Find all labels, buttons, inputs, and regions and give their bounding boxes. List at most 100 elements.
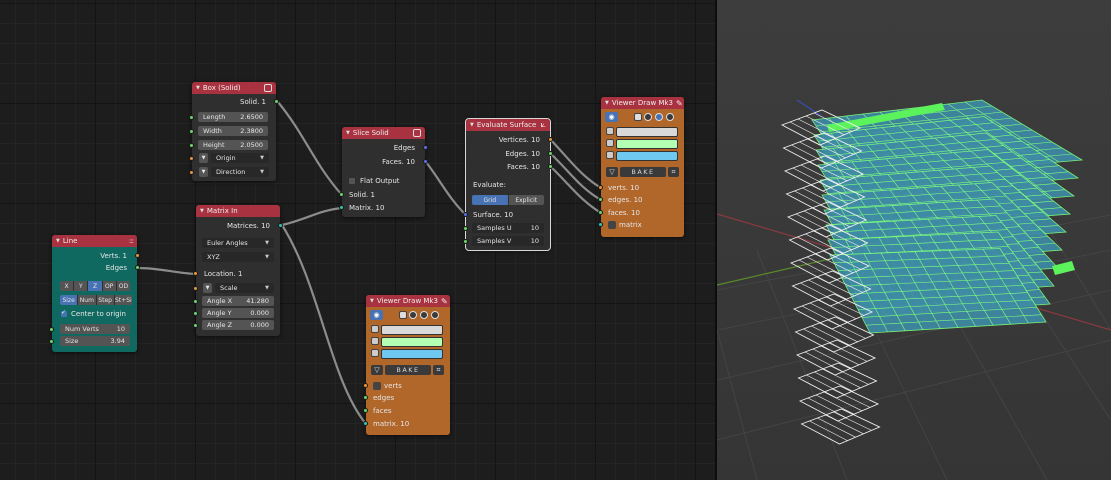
viewer-draw-bottom-header[interactable]: ▼ Viewer Draw Mk3 ✎ xyxy=(366,295,450,307)
flat-output-checkbox[interactable] xyxy=(349,178,355,184)
output-verts-socket[interactable] xyxy=(135,253,140,258)
angle-x-field[interactable]: Angle X 41.280 xyxy=(202,296,274,306)
cube-icon[interactable] xyxy=(634,113,642,121)
axis-y-button[interactable]: Y xyxy=(74,281,89,291)
input-matrix-socket[interactable] xyxy=(598,222,603,227)
menu-grip-icon[interactable]: ::: xyxy=(129,237,134,245)
slice-solid-header[interactable]: ▼ Slice Solid xyxy=(342,127,425,139)
collapse-arrow-icon[interactable]: ▼ xyxy=(196,85,200,91)
angle-y-socket[interactable] xyxy=(193,311,198,316)
input-edges-socket[interactable] xyxy=(363,395,368,400)
origin-socket[interactable] xyxy=(189,156,194,161)
cube-icon[interactable] xyxy=(399,311,407,319)
length-socket[interactable] xyxy=(189,115,194,120)
length-field[interactable]: Length 2.6500 xyxy=(198,112,268,122)
output-edges-socket[interactable] xyxy=(135,265,140,270)
width-socket[interactable] xyxy=(189,129,194,134)
samples-u-field[interactable]: Samples U 10 xyxy=(472,223,544,233)
mode-grid-button[interactable]: Grid xyxy=(472,195,509,205)
mode-stsi-button[interactable]: St+Si xyxy=(114,295,132,305)
axis-z-button[interactable]: Z xyxy=(88,281,103,291)
input-faces-socket[interactable] xyxy=(598,210,603,215)
input-edges-socket[interactable] xyxy=(598,197,603,202)
direction-toggle-button[interactable]: ▼ xyxy=(199,167,208,177)
mode-explicit-button[interactable]: Explicit xyxy=(508,195,544,205)
axis-od-button[interactable]: OD xyxy=(116,281,131,291)
order-dropdown[interactable]: XYZ ▼ xyxy=(202,252,274,262)
num-verts-socket[interactable] xyxy=(49,327,54,332)
eye-icon[interactable]: ◉ xyxy=(370,310,383,320)
scale-socket[interactable] xyxy=(193,286,198,291)
shade-material-icon[interactable] xyxy=(666,113,674,121)
shade-smooth-icon[interactable] xyxy=(655,113,663,121)
eye-icon[interactable]: ◉ xyxy=(605,112,618,122)
samples-v-socket[interactable] xyxy=(463,239,468,244)
scale-dropdown[interactable]: Scale ▼ xyxy=(215,283,274,293)
viewer-draw-top-header[interactable]: ▼ Viewer Draw Mk3 ✎ xyxy=(601,97,684,109)
face-color-swatch[interactable] xyxy=(381,349,443,359)
shade-flat-icon[interactable] xyxy=(409,311,417,319)
output-solid-socket[interactable] xyxy=(274,99,279,104)
scale-toggle-button[interactable]: ▼ xyxy=(203,283,212,293)
axis-selector[interactable]: X Y Z OP OD xyxy=(60,281,131,291)
input-matrix-socket[interactable] xyxy=(339,205,344,210)
3d-viewport[interactable] xyxy=(717,0,1111,480)
collapse-arrow-icon[interactable]: ▼ xyxy=(470,122,474,128)
matrix-in-node[interactable]: ▼ Matrix In Matrices. 10 Euler Angles ▼ X… xyxy=(193,205,283,336)
face-color-swatch[interactable] xyxy=(616,151,678,161)
bake-button[interactable]: BAKE xyxy=(385,365,431,375)
angle-z-socket[interactable] xyxy=(193,323,198,328)
line-header[interactable]: ▼ Line ::: xyxy=(52,235,137,247)
origin-dropdown[interactable]: Origin ▼ xyxy=(211,153,269,163)
evaluate-surface-node[interactable]: ▼ Evaluate Surface ⟀ Vertices. 10 Edges.… xyxy=(463,118,553,251)
height-field[interactable]: Height 2.0500 xyxy=(198,140,268,150)
bake-dropdown-icon[interactable]: ▽ xyxy=(371,365,383,375)
mode-step-button[interactable]: Step xyxy=(96,295,115,305)
size-field[interactable]: Size 3.94 xyxy=(60,336,130,346)
location-socket[interactable] xyxy=(193,271,198,276)
output-vertices-socket[interactable] xyxy=(548,137,553,142)
bake-button[interactable]: BAKE xyxy=(620,167,666,177)
input-surface-socket[interactable] xyxy=(463,212,468,217)
angle-z-field[interactable]: Angle Z 0.000 xyxy=(202,320,274,330)
mode-selector[interactable]: Size Num Step St+Si xyxy=(60,295,132,305)
origin-toggle-button[interactable]: ▼ xyxy=(199,153,208,163)
output-edges-socket[interactable] xyxy=(423,145,428,150)
num-verts-field[interactable]: Num Verts 10 xyxy=(60,324,130,334)
direction-socket[interactable] xyxy=(189,170,194,175)
input-solid-socket[interactable] xyxy=(339,192,344,197)
bake-icon[interactable]: ⌗ xyxy=(433,365,444,375)
input-verts-socket[interactable] xyxy=(598,185,603,190)
direction-dropdown[interactable]: Direction ▼ xyxy=(211,167,269,177)
vertex-color-swatch[interactable] xyxy=(616,127,678,137)
bake-dropdown-icon[interactable]: ▽ xyxy=(606,167,618,177)
shade-material-icon[interactable] xyxy=(431,311,439,319)
pencil-icon[interactable]: ✎ xyxy=(441,297,448,306)
input-verts-socket[interactable] xyxy=(363,383,368,388)
slice-solid-node[interactable]: ▼ Slice Solid Edges Faces. 10 Flat Outpu… xyxy=(339,127,428,217)
angle-y-field[interactable]: Angle Y 0.000 xyxy=(202,308,274,318)
mode-num-button[interactable]: Num xyxy=(78,295,97,305)
evaluate-mode-selector[interactable]: Grid Explicit xyxy=(472,195,544,205)
vertex-color-swatch[interactable] xyxy=(381,325,443,335)
input-faces-socket[interactable] xyxy=(363,408,368,413)
shade-smooth-icon[interactable] xyxy=(420,311,428,319)
evaluate-surface-header[interactable]: ▼ Evaluate Surface ⟀ xyxy=(466,119,550,131)
samples-u-socket[interactable] xyxy=(463,226,468,231)
center-checkbox[interactable] xyxy=(61,309,67,317)
edge-color-swatch[interactable] xyxy=(616,139,678,149)
width-field[interactable]: Width 2.3800 xyxy=(198,126,268,136)
size-socket[interactable] xyxy=(49,339,54,344)
viewer-draw-bottom-node[interactable]: ▼ Viewer Draw Mk3 ✎ ◉ ▽ BAKE ⌗ verts edg… xyxy=(363,295,450,435)
collapse-arrow-icon[interactable]: ▼ xyxy=(370,298,374,304)
mode-size-button[interactable]: Size xyxy=(60,295,79,305)
matrix-in-header[interactable]: ▼ Matrix In xyxy=(196,205,280,217)
collapse-arrow-icon[interactable]: ▼ xyxy=(605,100,609,106)
shade-flat-icon[interactable] xyxy=(644,113,652,121)
collapse-arrow-icon[interactable]: ▼ xyxy=(200,208,204,214)
output-edges-socket[interactable] xyxy=(548,151,553,156)
viewer-draw-top-node[interactable]: ▼ Viewer Draw Mk3 ✎ ◉ ▽ BAKE ⌗ verts. 10… xyxy=(598,97,684,237)
box-solid-header[interactable]: ▼ Box (Solid) xyxy=(192,82,276,94)
output-matrices-socket[interactable] xyxy=(278,223,283,228)
angle-x-socket[interactable] xyxy=(193,299,198,304)
